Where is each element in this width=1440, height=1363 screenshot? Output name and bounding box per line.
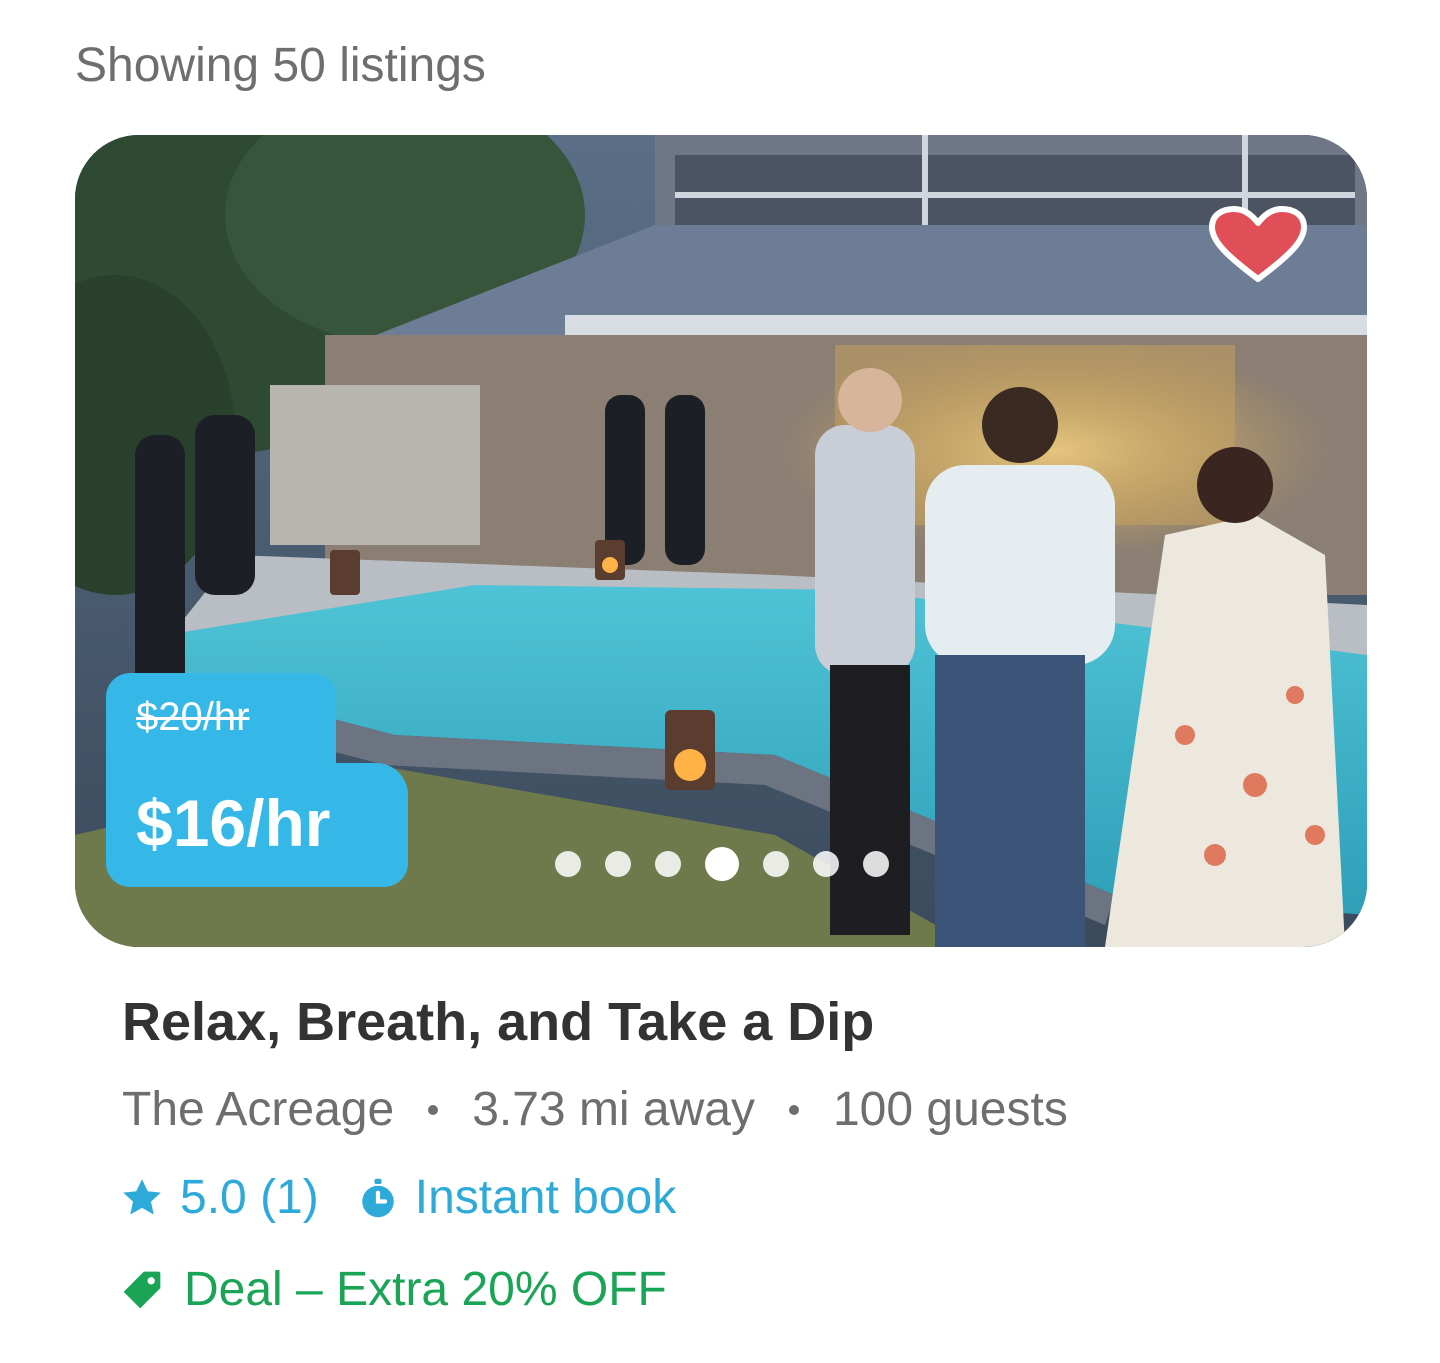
listings-count: Showing 50 listings (75, 39, 486, 92)
stopwatch-icon (361, 1178, 394, 1218)
original-price-badge: $20/hr (106, 673, 336, 769)
current-price: $16/hr (136, 786, 331, 860)
carousel-dot-active[interactable] (705, 847, 739, 881)
carousel-dot[interactable] (655, 851, 681, 877)
carousel-dot[interactable] (763, 851, 789, 877)
carousel-dot[interactable] (813, 851, 839, 877)
carousel-dot[interactable] (863, 851, 889, 877)
rating: 5.0 (1) (180, 1171, 319, 1224)
carousel-dot[interactable] (605, 851, 631, 877)
instant-book-label: Instant book (414, 1171, 677, 1224)
separator-dot (428, 1105, 439, 1115)
distance: 3.73 mi away (472, 1083, 755, 1136)
instant-book: Instant book (357, 1168, 677, 1228)
deal-label: Deal – Extra 20% OFF (184, 1263, 667, 1316)
tag-icon (123, 1271, 161, 1309)
listing-title[interactable]: Relax, Breath, and Take a Dip (122, 990, 874, 1054)
star-icon (123, 1179, 161, 1215)
carousel-dots[interactable] (555, 847, 889, 881)
host-name: The Acreage (122, 1083, 395, 1136)
guest-capacity: 100 guests (832, 1083, 1068, 1136)
separator-dot (788, 1105, 799, 1115)
original-price: $20/hr (136, 695, 250, 739)
carousel-dot[interactable] (555, 851, 581, 877)
heart-icon[interactable] (1206, 205, 1310, 285)
listing-meta: The Acreage 3.73 mi away 100 guests (122, 1080, 1068, 1140)
listing-photo[interactable]: $20/hr $16/hr (75, 135, 1367, 947)
rating-row: 5.0 (1) Instant book (120, 1168, 676, 1228)
current-price-badge: $16/hr (106, 763, 408, 887)
deal-row: Deal – Extra 20% OFF (120, 1260, 667, 1320)
